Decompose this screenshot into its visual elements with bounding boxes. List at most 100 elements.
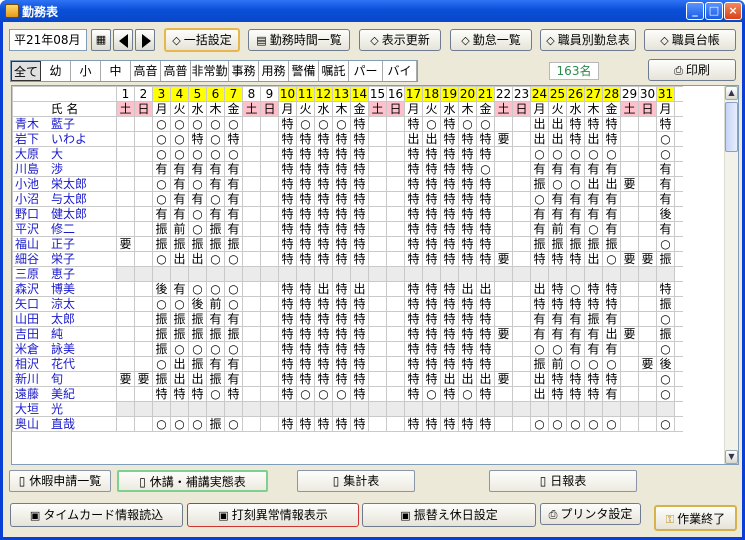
day-cell[interactable]: 特 [530,251,549,267]
day-cell[interactable]: 有 [602,311,621,327]
day-cell[interactable] [368,176,387,192]
day-cell[interactable]: 特 [404,326,423,342]
day-cell[interactable] [116,326,135,342]
day-cell[interactable] [368,296,387,312]
day-cell[interactable]: 要 [638,251,657,267]
day-cell[interactable]: ○ [206,146,225,162]
day-cell[interactable]: 特 [332,161,351,177]
day-cell[interactable] [620,236,639,252]
day-cell[interactable] [494,191,513,207]
day-cell[interactable]: ○ [296,386,315,402]
day-cell[interactable] [638,326,657,342]
day-cell[interactable] [260,221,279,237]
staff-name[interactable]: 小池 栄太郎 [12,176,117,192]
day-cell[interactable]: 特 [458,176,477,192]
day-cell[interactable] [116,116,135,132]
day-cell[interactable]: 出 [530,386,549,402]
day-cell[interactable]: 有 [656,191,675,207]
day-cell[interactable]: ○ [224,416,243,432]
day-cell[interactable]: ○ [170,131,189,147]
day-cell[interactable]: 特 [332,176,351,192]
day-cell[interactable]: 有 [584,326,603,342]
day-cell[interactable] [134,221,153,237]
day-cell[interactable]: 特 [332,206,351,222]
staff-row[interactable]: 森沢 博美後有 ○ ○ ○ 特特出特出特特特出出出特 ○ 特特特 [12,281,683,297]
staff-row[interactable]: 新川 旬要要振出出振有特特特特特特特出出出要出特特特特 ○ [12,371,683,387]
day-cell[interactable] [368,221,387,237]
day-cell[interactable]: 特 [548,251,567,267]
calendar-button[interactable]: ▦ [91,29,111,51]
day-cell[interactable] [620,401,639,417]
day-cell[interactable]: 出 [170,251,189,267]
day-cell[interactable]: ○ [548,341,567,357]
day-cell[interactable]: 特 [476,131,495,147]
day-cell[interactable]: 特 [440,326,459,342]
day-cell[interactable] [386,416,405,432]
scroll-thumb[interactable] [725,102,738,152]
day-cell[interactable]: 出 [476,281,495,297]
day-cell[interactable]: 有 [656,161,675,177]
day-cell[interactable]: 振 [170,236,189,252]
day-cell[interactable] [260,191,279,207]
day-cell[interactable]: 特 [440,341,459,357]
day-cell[interactable] [638,416,657,432]
day-cell[interactable]: 特 [332,416,351,432]
day-cell[interactable] [260,371,279,387]
day-cell[interactable]: ○ [188,146,207,162]
day-cell[interactable]: 特 [476,221,495,237]
day-cell[interactable] [368,191,387,207]
day-cell[interactable] [494,206,513,222]
day-cell[interactable] [368,356,387,372]
day-cell[interactable]: 特 [404,206,423,222]
day-cell[interactable] [602,266,621,282]
day-cell[interactable]: 振 [152,221,171,237]
day-cell[interactable] [116,401,135,417]
day-cell[interactable]: ○ [584,356,603,372]
day-cell[interactable]: 要 [494,326,513,342]
day-cell[interactable]: 振 [206,326,225,342]
day-cell[interactable] [620,266,639,282]
day-cell[interactable]: 前 [170,221,189,237]
day-cell[interactable]: ○ [566,146,585,162]
day-cell[interactable]: ○ [656,131,675,147]
day-cell[interactable]: 振 [206,236,225,252]
day-cell[interactable]: 特 [422,311,441,327]
day-cell[interactable]: 特 [404,251,423,267]
day-cell[interactable]: 特 [548,281,567,297]
day-cell[interactable]: 出 [584,176,603,192]
day-cell[interactable]: 特 [350,311,369,327]
staff-name[interactable]: 平沢 修二 [12,221,117,237]
staff-row[interactable]: 福山 正子要振振振振振特特特特特特特特特特振振振振振 ○ [12,236,683,252]
day-cell[interactable]: 有 [602,341,621,357]
day-cell[interactable] [638,176,657,192]
day-cell[interactable]: ○ [548,416,567,432]
day-cell[interactable]: 特 [296,236,315,252]
filter-tab-4[interactable]: 高音 [131,61,161,81]
day-cell[interactable]: 特 [440,251,459,267]
day-cell[interactable]: 特 [278,236,297,252]
day-cell[interactable]: 特 [332,251,351,267]
day-cell[interactable]: ○ [188,221,207,237]
filter-tab-6[interactable]: 非常勤 [191,61,229,81]
day-cell[interactable] [512,236,531,252]
day-cell[interactable]: 特 [332,191,351,207]
day-cell[interactable] [134,116,153,132]
day-cell[interactable] [638,311,657,327]
day-cell[interactable]: 出 [170,356,189,372]
day-cell[interactable]: 特 [422,296,441,312]
day-cell[interactable]: 特 [440,146,459,162]
day-cell[interactable] [386,341,405,357]
staff-row[interactable]: 遠藤 美紀特特特 ○ 特特 ○ ○ ○ 特特 ○ 特 ○ 特出特特特有 ○ [12,386,683,402]
day-cell[interactable]: 特 [476,206,495,222]
day-cell[interactable] [404,266,423,282]
day-cell[interactable]: 特 [332,146,351,162]
day-cell[interactable] [494,146,513,162]
day-cell[interactable] [260,131,279,147]
day-cell[interactable]: 特 [404,146,423,162]
next-month-button[interactable] [135,29,155,51]
staff-name[interactable]: 奥山 直哉 [12,416,117,432]
prev-month-button[interactable] [113,29,133,51]
day-cell[interactable]: 有 [188,191,207,207]
filter-tab-11[interactable]: パート [349,61,383,98]
day-cell[interactable]: 特 [404,341,423,357]
